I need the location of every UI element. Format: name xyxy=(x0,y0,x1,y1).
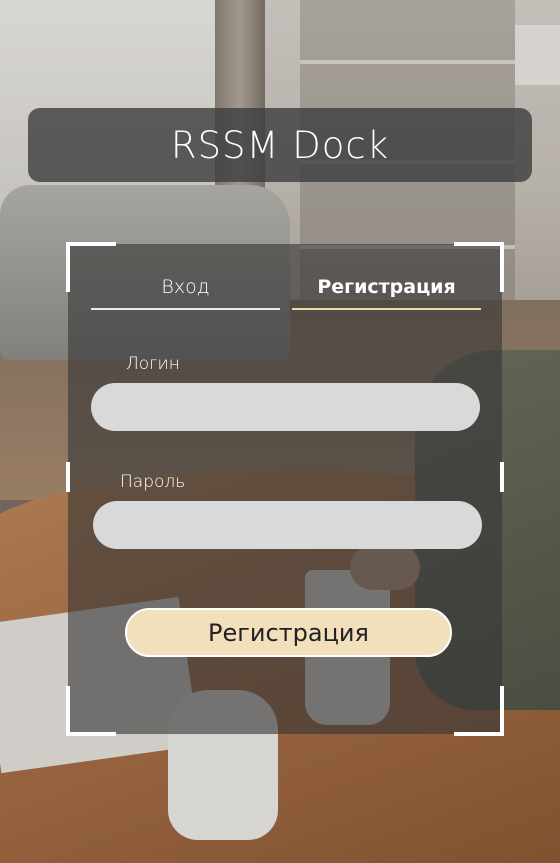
auth-tabs: Вход Регистрация xyxy=(91,274,481,310)
login-input[interactable] xyxy=(91,383,480,431)
password-label: Пароль xyxy=(120,472,186,492)
register-button[interactable]: Регистрация xyxy=(125,608,452,657)
panel-corner-bottom-left xyxy=(66,686,116,736)
app-header: RSSM Dock xyxy=(28,108,532,182)
login-label: Логин xyxy=(126,354,180,374)
password-input[interactable] xyxy=(93,501,482,549)
tab-login[interactable]: Вход xyxy=(91,274,280,310)
tab-register[interactable]: Регистрация xyxy=(292,274,481,310)
panel-edge-mark-left xyxy=(66,462,70,492)
app-title: RSSM Dock xyxy=(170,123,390,167)
panel-edge-mark-right xyxy=(500,462,504,492)
auth-panel: Вход Регистрация Логин Пароль Регистраци… xyxy=(66,242,504,736)
panel-corner-bottom-right xyxy=(454,686,504,736)
